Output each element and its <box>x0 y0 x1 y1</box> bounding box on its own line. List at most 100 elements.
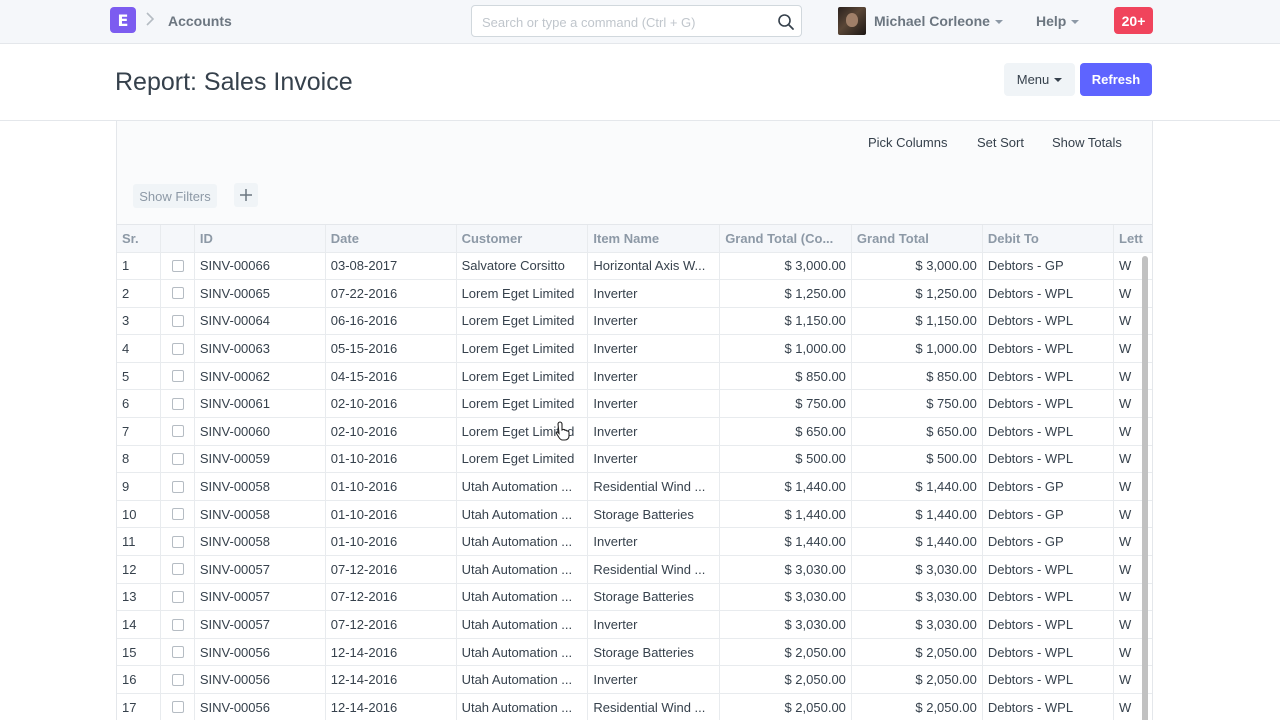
debit-to-cell[interactable]: Debtors - WPL <box>982 445 1115 474</box>
item-name-cell[interactable]: Inverter <box>587 307 721 336</box>
customer-cell[interactable]: Utah Automation ... <box>456 610 589 639</box>
item-name-cell[interactable]: Storage Batteries <box>587 500 721 529</box>
debit-to-cell[interactable]: Debtors - WPL <box>982 610 1115 639</box>
table-row[interactable]: 7 SINV-00060 02-10-2016 Lorem Eget Limited I… <box>117 417 1152 446</box>
customer-cell[interactable]: Utah Automation ... <box>456 693 589 720</box>
debit-to-cell[interactable]: Debtors - WPL <box>982 279 1115 308</box>
add-filter-button[interactable] <box>234 183 258 207</box>
table-row[interactable]: 13 SINV-00057 07-12-2016 Utah Automation ..… <box>117 583 1152 612</box>
id-cell[interactable]: SINV-00057 <box>194 555 326 584</box>
table-row[interactable]: 16 SINV-00056 12-14-2016 Utah Automation ..… <box>117 665 1152 694</box>
item-name-cell[interactable]: Inverter <box>587 610 721 639</box>
date-cell[interactable]: 12-14-2016 <box>325 638 457 667</box>
debit-to-cell[interactable]: Debtors - WPL <box>982 417 1115 446</box>
grand-total-company-cell[interactable]: $ 1,440.00 <box>719 472 852 501</box>
date-cell[interactable]: 07-12-2016 <box>325 610 457 639</box>
grand-total-cell[interactable]: $ 750.00 <box>851 389 983 419</box>
date-cell[interactable]: 07-22-2016 <box>325 279 457 308</box>
item-name-cell[interactable]: Inverter <box>587 362 721 391</box>
customer-cell[interactable]: Utah Automation ... <box>456 665 589 694</box>
grand-total-company-cell[interactable]: $ 650.00 <box>719 417 852 446</box>
row-checkbox[interactable] <box>171 287 184 300</box>
search-input[interactable] <box>482 13 772 31</box>
row-checkbox[interactable] <box>171 590 184 603</box>
customer-cell[interactable]: Lorem Eget Limited <box>456 279 589 308</box>
item-name-cell[interactable]: Inverter <box>587 445 721 474</box>
item-name-cell[interactable]: Inverter <box>587 389 721 419</box>
item-name-cell[interactable]: Residential Wind ... <box>587 693 721 720</box>
date-cell[interactable]: 12-14-2016 <box>325 693 457 720</box>
grand-total-cell[interactable]: $ 3,000.00 <box>851 252 983 281</box>
grand-total-company-cell[interactable]: $ 2,050.00 <box>719 665 852 694</box>
customer-cell[interactable]: Lorem Eget Limited <box>456 389 589 419</box>
table-row[interactable]: 9 SINV-00058 01-10-2016 Utah Automation ...… <box>117 472 1152 501</box>
table-row[interactable]: 4 SINV-00063 05-15-2016 Lorem Eget Limited I… <box>117 334 1152 363</box>
table-row[interactable]: 10 SINV-00058 01-10-2016 Utah Automation ..… <box>117 500 1152 529</box>
grand-total-company-cell[interactable]: $ 3,030.00 <box>719 555 852 584</box>
date-cell[interactable]: 03-08-2017 <box>325 252 457 281</box>
item-name-cell[interactable]: Storage Batteries <box>587 583 721 612</box>
date-cell[interactable]: 02-10-2016 <box>325 417 457 446</box>
id-cell[interactable]: SINV-00056 <box>194 638 326 667</box>
date-cell[interactable]: 02-10-2016 <box>325 389 457 419</box>
row-checkbox[interactable] <box>171 508 184 521</box>
grand-total-company-cell[interactable]: $ 1,150.00 <box>719 307 852 336</box>
grand-total-cell[interactable]: $ 1,250.00 <box>851 279 983 308</box>
customer-cell[interactable]: Lorem Eget Limited <box>456 445 589 474</box>
debit-to-cell[interactable]: Debtors - GP <box>982 527 1115 557</box>
grand-total-company-cell[interactable]: $ 1,000.00 <box>719 334 852 363</box>
column-header-debit-to[interactable]: Debit To <box>982 225 1115 253</box>
grand-total-cell[interactable]: $ 500.00 <box>851 445 983 474</box>
row-checkbox[interactable] <box>171 397 184 410</box>
id-cell[interactable]: SINV-00056 <box>194 693 326 720</box>
app-logo[interactable]: E <box>110 7 136 33</box>
item-name-cell[interactable]: Residential Wind ... <box>587 555 721 584</box>
grand-total-cell[interactable]: $ 3,030.00 <box>851 555 983 584</box>
grand-total-cell[interactable]: $ 3,030.00 <box>851 583 983 612</box>
date-cell[interactable]: 01-10-2016 <box>325 527 457 557</box>
table-row[interactable]: 1 SINV-00066 03-08-2017 Salvatore Corsitto H… <box>117 252 1152 281</box>
set-sort-button[interactable]: Set Sort <box>977 135 1024 150</box>
debit-to-cell[interactable]: Debtors - WPL <box>982 555 1115 584</box>
debit-to-cell[interactable]: Debtors - GP <box>982 252 1115 281</box>
table-row[interactable]: 6 SINV-00061 02-10-2016 Lorem Eget Limited I… <box>117 389 1152 419</box>
column-header-id[interactable]: ID <box>194 225 326 253</box>
item-name-cell[interactable]: Inverter <box>587 665 721 694</box>
item-name-cell[interactable]: Inverter <box>587 417 721 446</box>
grand-total-company-cell[interactable]: $ 3,000.00 <box>719 252 852 281</box>
item-name-cell[interactable]: Inverter <box>587 334 721 363</box>
row-checkbox[interactable] <box>171 673 184 686</box>
row-checkbox[interactable] <box>171 425 184 438</box>
grand-total-cell[interactable]: $ 1,440.00 <box>851 527 983 557</box>
column-header-select[interactable] <box>160 225 195 253</box>
date-cell[interactable]: 07-12-2016 <box>325 583 457 612</box>
id-cell[interactable]: SINV-00065 <box>194 279 326 308</box>
table-row[interactable]: 17 SINV-00056 12-14-2016 Utah Automation ..… <box>117 693 1152 720</box>
customer-cell[interactable]: Utah Automation ... <box>456 555 589 584</box>
id-cell[interactable]: SINV-00062 <box>194 362 326 391</box>
table-row[interactable]: 2 SINV-00065 07-22-2016 Lorem Eget Limited I… <box>117 279 1152 308</box>
customer-cell[interactable]: Lorem Eget Limited <box>456 334 589 363</box>
debit-to-cell[interactable]: Debtors - WPL <box>982 362 1115 391</box>
grand-total-cell[interactable]: $ 3,030.00 <box>851 610 983 639</box>
column-header-customer[interactable]: Customer <box>456 225 589 253</box>
id-cell[interactable]: SINV-00066 <box>194 252 326 281</box>
column-header-grand-total[interactable]: Grand Total <box>851 225 983 253</box>
date-cell[interactable]: 01-10-2016 <box>325 500 457 529</box>
breadcrumb-accounts[interactable]: Accounts <box>168 13 232 29</box>
grand-total-company-cell[interactable]: $ 1,250.00 <box>719 279 852 308</box>
customer-cell[interactable]: Utah Automation ... <box>456 500 589 529</box>
table-row[interactable]: 14 SINV-00057 07-12-2016 Utah Automation ..… <box>117 610 1152 639</box>
customer-cell[interactable]: Salvatore Corsitto <box>456 252 589 281</box>
show-totals-button[interactable]: Show Totals <box>1052 135 1122 150</box>
grand-total-company-cell[interactable]: $ 3,030.00 <box>719 583 852 612</box>
refresh-button[interactable]: Refresh <box>1080 63 1152 96</box>
date-cell[interactable]: 01-10-2016 <box>325 445 457 474</box>
row-checkbox[interactable] <box>171 563 184 576</box>
grand-total-cell[interactable]: $ 2,050.00 <box>851 693 983 720</box>
id-cell[interactable]: SINV-00056 <box>194 665 326 694</box>
column-header-grand-total-company[interactable]: Grand Total (Co... <box>719 225 852 253</box>
grand-total-cell[interactable]: $ 1,440.00 <box>851 472 983 501</box>
id-cell[interactable]: SINV-00061 <box>194 389 326 419</box>
grand-total-company-cell[interactable]: $ 2,050.00 <box>719 693 852 720</box>
